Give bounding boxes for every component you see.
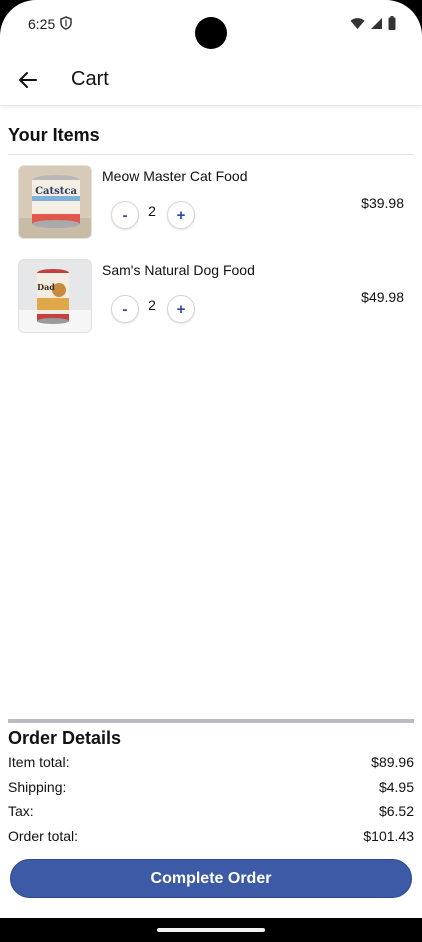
cart-item: Catstca Meow Master Cat Food - 2 + $39.9…	[18, 165, 414, 241]
svg-text:Catstca: Catstca	[35, 186, 77, 197]
dog-food-image: Dad	[18, 259, 92, 333]
increase-quantity-button[interactable]: +	[167, 201, 195, 229]
app-bar: Cart	[0, 54, 422, 106]
cat-food-image: Catstca	[18, 165, 92, 239]
status-time: 6:25	[28, 16, 56, 32]
wifi-icon	[350, 17, 365, 29]
detail-label: Tax:	[8, 803, 34, 819]
item-total-row: Item total: $89.96	[8, 754, 414, 770]
detail-value: $101.43	[363, 828, 414, 844]
increase-quantity-button[interactable]: +	[167, 295, 195, 323]
decrease-quantity-button[interactable]: -	[111, 201, 139, 229]
detail-value: $4.95	[378, 779, 414, 795]
detail-label: Item total:	[8, 754, 70, 770]
detail-value: $89.96	[371, 754, 414, 770]
quantity-value: 2	[148, 203, 156, 219]
signal-icon	[371, 17, 382, 29]
cart-screen: 6:25 Cart Your Items Catstca Meow Master…	[0, 0, 422, 942]
item-price: $49.98	[361, 289, 404, 305]
tax-row: Tax: $6.52	[8, 803, 414, 819]
battery-icon	[388, 16, 396, 30]
divider	[8, 154, 414, 155]
shipping-row: Shipping: $4.95	[8, 779, 414, 795]
status-bar: 6:25	[0, 0, 422, 50]
order-total-row: Order total: $101.43	[8, 828, 414, 844]
back-button[interactable]	[14, 66, 42, 94]
item-name: Sam's Natural Dog Food	[102, 262, 255, 278]
svg-text:Dad: Dad	[37, 282, 55, 292]
status-icons	[350, 16, 396, 30]
camera-cutout	[195, 17, 227, 49]
cart-item: Dad Sam's Natural Dog Food - 2 + $49.98	[18, 259, 414, 335]
arrow-left-icon	[19, 72, 37, 88]
item-name: Meow Master Cat Food	[102, 168, 248, 184]
item-price: $39.98	[361, 195, 404, 211]
order-details-title: Order Details	[8, 728, 122, 748]
decrease-quantity-button[interactable]: -	[111, 295, 139, 323]
shield-icon	[60, 16, 72, 30]
items-section-title: Your Items	[8, 125, 100, 145]
cat-food-can-image: Catstca	[19, 166, 91, 238]
detail-value: $6.52	[378, 803, 414, 819]
dog-food-can-image: Dad	[19, 260, 91, 332]
page-title: Cart	[71, 68, 109, 90]
complete-order-button[interactable]: Complete Order	[10, 859, 412, 898]
home-indicator[interactable]	[157, 928, 265, 932]
detail-label: Order total:	[8, 828, 79, 844]
detail-label: Shipping:	[8, 779, 67, 795]
order-details-divider	[8, 719, 414, 723]
quantity-value: 2	[148, 297, 156, 313]
